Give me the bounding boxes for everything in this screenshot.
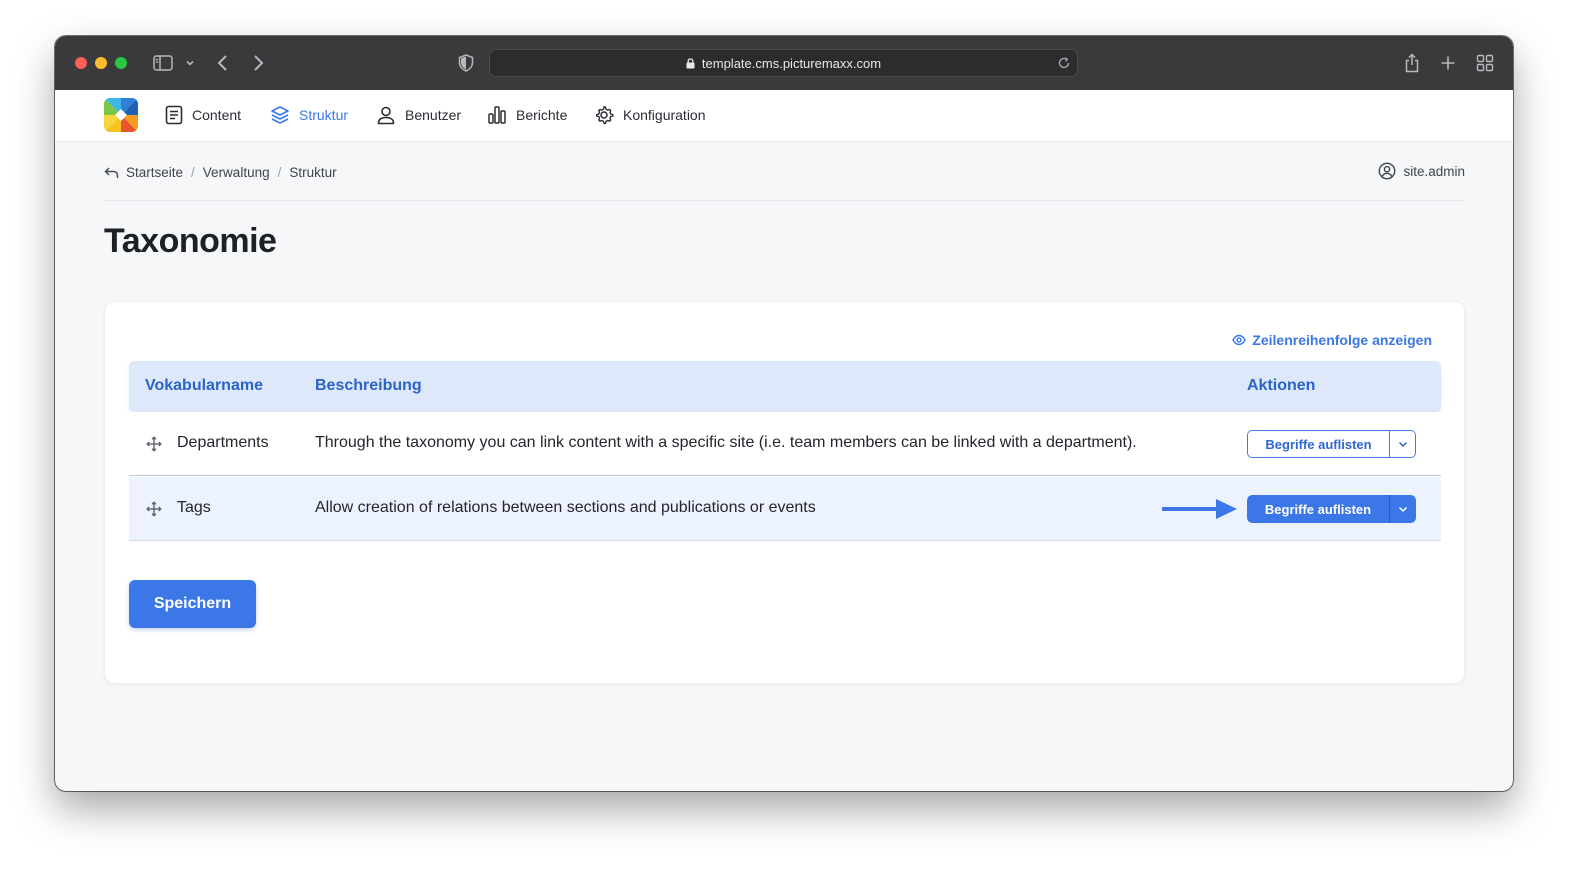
vocabulary-description: Through the taxonomy you can link conten… xyxy=(315,434,1137,451)
breadcrumb-separator: / xyxy=(191,164,195,180)
tab-overview-icon[interactable] xyxy=(1475,51,1495,75)
table-row: Departments Through the taxonomy you can… xyxy=(129,412,1441,476)
nav-item-content[interactable]: Content xyxy=(165,103,241,127)
drag-handle-icon[interactable] xyxy=(146,501,162,517)
vocabulary-description: Allow creation of relations between sect… xyxy=(315,499,816,516)
drag-handle-icon[interactable] xyxy=(146,436,162,452)
breadcrumb-struktur: Struktur xyxy=(289,164,337,180)
nav-item-struktur[interactable]: Struktur xyxy=(270,103,348,127)
breadcrumb: Startseite / Verwaltung / Struktur xyxy=(104,162,337,182)
vocabulary-name: Departments xyxy=(177,434,269,451)
breadcrumb-verwaltung[interactable]: Verwaltung xyxy=(203,165,270,180)
breadcrumb-startseite[interactable]: Startseite xyxy=(126,165,183,180)
zoom-window-button[interactable] xyxy=(115,57,127,69)
arrow-right-icon xyxy=(1161,497,1238,526)
nav-item-label: Konfiguration xyxy=(623,107,706,123)
nav-item-konfiguration[interactable]: Konfiguration xyxy=(594,103,706,127)
app-logo[interactable] xyxy=(104,98,138,132)
taxonomy-card: Zeilenreihenfolge anzeigen Vokabularname… xyxy=(104,301,1465,684)
list-terms-button[interactable]: Begriffe auflisten xyxy=(1247,430,1389,458)
table-header: Vokabularname Beschreibung Aktionen xyxy=(129,361,1441,412)
minimize-window-button[interactable] xyxy=(95,57,107,69)
action-button-group: Begriffe auflisten xyxy=(1247,495,1416,523)
column-header-name: Vokabularname xyxy=(145,377,263,394)
chevron-down-icon[interactable] xyxy=(183,51,197,75)
page-title: Taxonomie xyxy=(104,222,277,260)
action-button-group: Begriffe auflisten xyxy=(1247,430,1416,458)
nav-item-label: Content xyxy=(192,107,242,123)
browser-window: template.cms.picturemaxx.com Content Str… xyxy=(55,36,1513,791)
url-text: template.cms.picturemaxx.com xyxy=(701,55,882,71)
close-window-button[interactable] xyxy=(75,57,87,69)
column-header-actions: Aktionen xyxy=(1247,377,1316,394)
nav-item-label: Berichte xyxy=(516,107,568,123)
address-bar[interactable]: template.cms.picturemaxx.com xyxy=(489,49,1078,77)
nav-item-label: Benutzer xyxy=(405,107,462,123)
user-menu[interactable]: site.admin xyxy=(1378,161,1465,181)
user-circle-icon xyxy=(1379,162,1396,180)
share-icon[interactable] xyxy=(1402,51,1422,75)
nav-item-label: Struktur xyxy=(299,107,349,123)
document-icon xyxy=(165,105,183,125)
back-icon[interactable] xyxy=(215,51,231,75)
reload-icon[interactable] xyxy=(1057,56,1071,70)
nav-item-benutzer[interactable]: Benutzer xyxy=(376,103,461,127)
show-row-order-label: Zeilenreihenfolge anzeigen xyxy=(1252,332,1432,348)
chevron-down-icon[interactable] xyxy=(1389,495,1416,523)
column-header-description: Beschreibung xyxy=(315,377,422,394)
new-tab-icon[interactable] xyxy=(1439,51,1457,75)
chevron-down-icon[interactable] xyxy=(1389,430,1416,458)
save-button[interactable]: Speichern xyxy=(129,580,256,628)
vocabulary-name: Tags xyxy=(177,499,211,516)
nav-item-berichte[interactable]: Berichte xyxy=(487,103,567,127)
user-icon xyxy=(377,106,395,125)
browser-toolbar: template.cms.picturemaxx.com xyxy=(55,36,1513,90)
shield-icon[interactable] xyxy=(456,51,476,75)
username: site.admin xyxy=(1403,163,1465,179)
forward-icon[interactable] xyxy=(250,51,266,75)
bar-chart-icon xyxy=(488,106,506,124)
gear-icon xyxy=(596,106,614,125)
back-arrow-icon[interactable] xyxy=(104,166,119,179)
table-row: Tags Allow creation of relations between… xyxy=(129,477,1441,541)
list-terms-button[interactable]: Begriffe auflisten xyxy=(1247,495,1389,523)
sidebar-toggle-icon[interactable] xyxy=(152,51,174,75)
layers-icon xyxy=(271,106,289,124)
eye-icon xyxy=(1232,334,1247,346)
show-row-order-link[interactable]: Zeilenreihenfolge anzeigen xyxy=(1232,332,1432,348)
lock-icon xyxy=(686,57,695,69)
main-navigation: Content Struktur Benutzer Berichte Konfi… xyxy=(55,90,1513,142)
breadcrumb-separator: / xyxy=(277,164,282,180)
divider xyxy=(104,200,1465,201)
